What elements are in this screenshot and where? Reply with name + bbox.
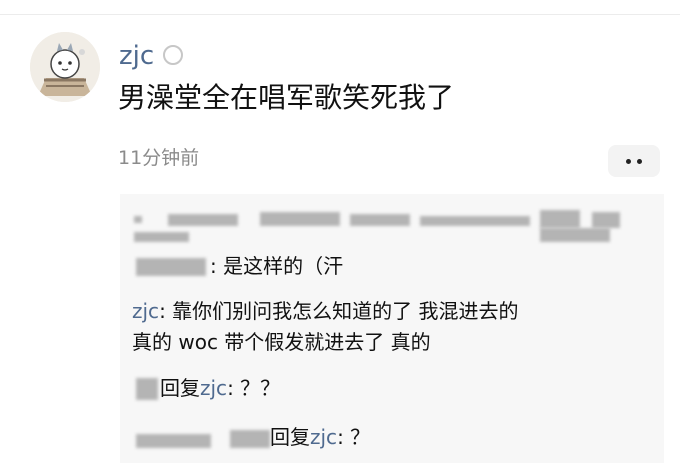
avatar-image [30, 32, 100, 102]
comment-text: : 靠你们别问我怎么知道的了 我混进去的 [159, 299, 519, 323]
post-time: 11分钟前 [118, 147, 200, 169]
comment-text-cont: 真的 woc 带个假发就进去了 真的 [132, 330, 431, 354]
circle-badge-icon [163, 45, 183, 65]
reply-label: 回复 [270, 425, 310, 449]
reply-target[interactable]: zjc [310, 425, 337, 449]
post-text: 男澡堂全在唱军歌笑死我了 [118, 81, 455, 114]
comment-text: : 是这样的（汗 [210, 254, 344, 278]
more-dots-icon [626, 159, 631, 164]
comment-username[interactable]: zjc [132, 299, 159, 323]
username[interactable]: zjc [119, 40, 154, 72]
more-dots-icon [637, 159, 642, 164]
avatar[interactable] [30, 32, 100, 102]
top-divider [0, 14, 680, 15]
blurred-username [230, 430, 270, 448]
comment-text: : ？？ [227, 376, 281, 400]
reply-target[interactable]: zjc [200, 376, 227, 400]
comment-text: : ？ [337, 425, 371, 449]
comment-list: : 是这样的（汗 zjc: 靠你们别问我怎么知道的了 我混进去的 真的 woc … [120, 194, 664, 463]
blurred-username [136, 378, 158, 400]
more-button[interactable] [608, 145, 660, 177]
blurred-username [136, 258, 206, 276]
blurred-username [136, 434, 211, 448]
reply-label: 回复 [160, 376, 200, 400]
